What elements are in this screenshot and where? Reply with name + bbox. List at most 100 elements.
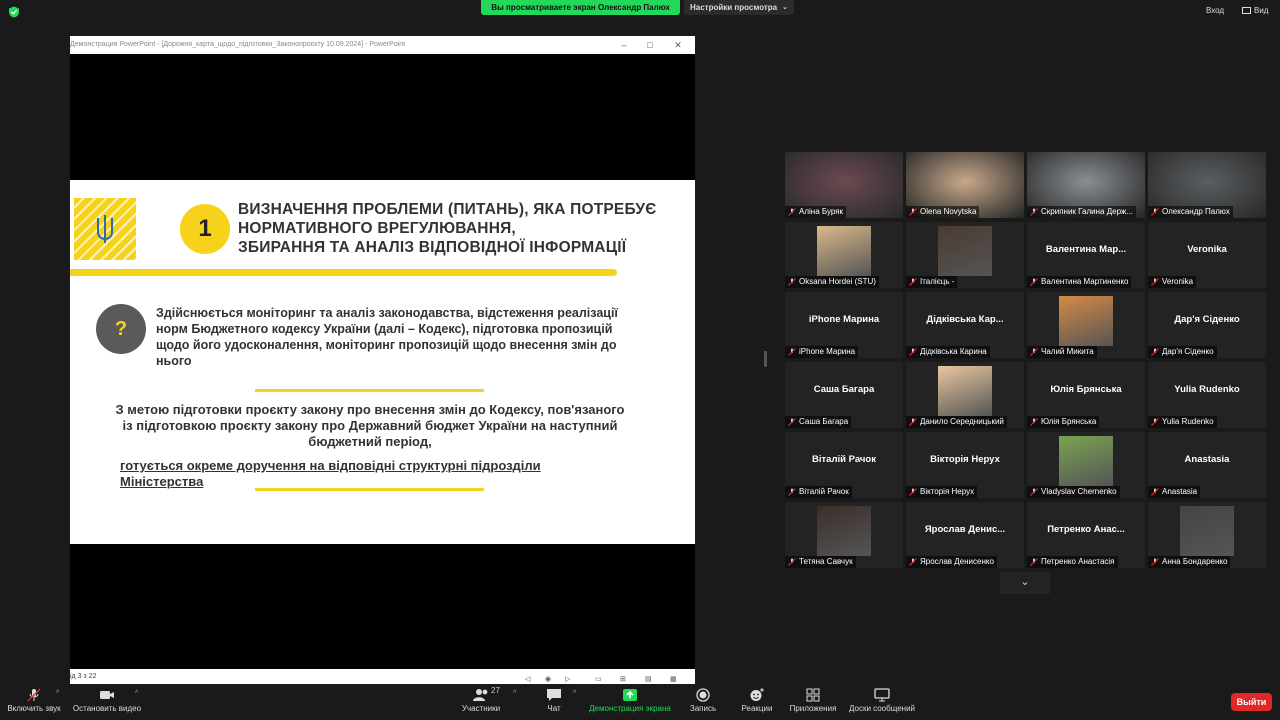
apps-button[interactable]: Приложения xyxy=(788,684,838,720)
share-screen-label: Демонстрация экрана xyxy=(589,704,671,713)
share-screen-button[interactable]: Демонстрация экрана xyxy=(588,684,672,720)
participant-name-label: Данило Середницький xyxy=(906,416,1007,428)
participant-name: Данило Середницький xyxy=(920,417,1004,426)
view-button[interactable]: Вид xyxy=(1242,6,1268,15)
view-options-dropdown[interactable]: Настройки просмотра ⌄ xyxy=(684,0,794,15)
whiteboards-button[interactable]: Доски сообщений xyxy=(848,684,916,720)
participant-name-label: Анна Бондаренко xyxy=(1148,556,1231,568)
slide-heading: ВИЗНАЧЕННЯ ПРОБЛЕМИ (ПИТАНЬ), ЯКА ПОТРЕБ… xyxy=(238,200,658,257)
participant-tile[interactable]: Віталій Рачок Віталій Рачок xyxy=(785,432,903,498)
muted-mic-icon xyxy=(1030,558,1038,566)
participant-display-name: iPhone Марина xyxy=(808,314,880,325)
participant-name-label: Олександр Палюх xyxy=(1148,206,1233,218)
minimize-icon[interactable]: – xyxy=(613,36,635,54)
muted-mic-icon xyxy=(909,348,917,356)
participant-display-name: Віталій Рачок xyxy=(812,454,876,465)
video-options-caret[interactable]: ^ xyxy=(135,690,138,697)
gallery-scroll-down-button[interactable]: ⌄ xyxy=(1000,572,1050,594)
participant-tile[interactable]: Тетяна Савчук xyxy=(785,502,903,568)
participant-tile[interactable]: Yulia Rudenko Yulia Rudenko xyxy=(1148,362,1266,428)
participant-name-label: Ярослав Денисенко xyxy=(906,556,997,568)
microphone-muted-icon xyxy=(27,688,41,702)
muted-mic-icon xyxy=(909,278,917,286)
question-badge: ? xyxy=(96,304,146,354)
participant-name-label: Oksana Hordei (STU) xyxy=(785,276,879,288)
participant-name: Юлія Брянська xyxy=(1041,417,1097,426)
muted-mic-icon xyxy=(1030,418,1038,426)
stop-video-label: Остановить видео xyxy=(72,704,142,713)
whiteboards-label: Доски сообщений xyxy=(848,704,915,713)
participant-tile[interactable]: Anastasia Anastasia xyxy=(1148,432,1266,498)
maximize-icon[interactable]: □ xyxy=(639,36,661,54)
muted-mic-icon xyxy=(1151,278,1159,286)
participant-tile[interactable]: Данило Середницький xyxy=(906,362,1024,428)
participant-name: Анна Бондаренко xyxy=(1162,557,1228,566)
participant-tile[interactable]: iPhone Марина iPhone Марина xyxy=(785,292,903,358)
participant-name: iPhone Марина xyxy=(799,347,856,356)
view-options-label: Настройки просмотра xyxy=(690,3,778,12)
leave-meeting-button[interactable]: Выйти xyxy=(1231,693,1272,711)
step-number-badge: 1 xyxy=(180,204,230,254)
participant-display-name: Anastasia xyxy=(1184,454,1230,465)
participant-tile[interactable]: Саша Багара Саша Багара xyxy=(785,362,903,428)
chat-button[interactable]: Чат xyxy=(536,684,572,720)
heading-line: НОРМАТИВНОГО ВРЕГУЛЮВАННЯ, xyxy=(238,220,516,237)
participant-tile[interactable]: Olena Novytska xyxy=(906,152,1024,218)
participant-tile[interactable]: Скрипник Галина Держ... xyxy=(1027,152,1145,218)
security-shield-icon[interactable] xyxy=(8,6,20,18)
muted-mic-icon xyxy=(788,418,796,426)
participant-name: Vladyslav Chernenko xyxy=(1041,487,1117,496)
participant-tile[interactable]: Петренко Анас... Петренко Анастасія xyxy=(1027,502,1145,568)
enter-button[interactable]: Вход xyxy=(1206,6,1224,15)
audio-options-caret[interactable]: ^ xyxy=(56,690,59,697)
participant-avatar xyxy=(1059,436,1113,486)
participant-tile[interactable]: Олександр Палюх xyxy=(1148,152,1266,218)
participant-name: Скрипник Галина Держ... xyxy=(1041,207,1134,216)
participant-tile[interactable]: Вікторія Нерух Вікторія Нерух xyxy=(906,432,1024,498)
participants-options-caret[interactable]: ^ xyxy=(513,690,516,697)
participant-tile[interactable]: Дідківська Кар... Дідківська Карина xyxy=(906,292,1024,358)
chat-options-caret[interactable]: ^ xyxy=(573,690,576,697)
chat-label: Чат xyxy=(547,704,561,713)
participant-tile[interactable]: Валентина Мар... Валентина Мартиненко xyxy=(1027,222,1145,288)
unmute-button[interactable]: Включить звук xyxy=(4,684,64,720)
muted-mic-icon xyxy=(909,488,917,496)
muted-mic-icon xyxy=(909,418,917,426)
muted-mic-icon xyxy=(1030,348,1038,356)
record-button[interactable]: Запись xyxy=(686,684,720,720)
apps-label: Приложения xyxy=(789,704,837,713)
participant-name: Італієць - xyxy=(920,277,955,286)
participant-name-label: Дідківська Карина xyxy=(906,346,990,358)
muted-mic-icon xyxy=(788,348,796,356)
participant-tile[interactable]: Аліна Буряк xyxy=(785,152,903,218)
powerpoint-status-bar: ід 3 з 22 ◁ ◉ ▷ ▭ ⊞ ▤ ▦ xyxy=(70,669,695,684)
muted-mic-icon xyxy=(909,208,917,216)
split-resize-handle[interactable] xyxy=(764,351,767,367)
participant-tile[interactable]: Oksana Hordei (STU) xyxy=(785,222,903,288)
reactions-button[interactable]: Реакции xyxy=(738,684,776,720)
participant-name: Валентина Мартиненко xyxy=(1041,277,1129,286)
muted-mic-icon xyxy=(909,558,917,566)
participant-tile[interactable]: Італієць - xyxy=(906,222,1024,288)
reactions-label: Реакции xyxy=(741,704,773,713)
participant-display-name: Veronika xyxy=(1187,244,1227,255)
ukraine-emblem-logo xyxy=(74,198,136,260)
unmute-label: Включить звук xyxy=(7,704,61,713)
participant-avatar xyxy=(817,226,871,276)
tryzub-icon xyxy=(97,215,113,243)
apps-icon xyxy=(806,688,820,702)
participant-tile[interactable]: Анна Бондаренко xyxy=(1148,502,1266,568)
participant-display-name: Дар'я Сіденко xyxy=(1174,314,1240,325)
participant-display-name: Дідківська Кар... xyxy=(926,314,1004,325)
participant-tile[interactable]: Дар'я Сіденко Дар'я Сіденко xyxy=(1148,292,1266,358)
participant-tile[interactable]: Юлія Брянська Юлія Брянська xyxy=(1027,362,1145,428)
participant-display-name: Валентина Мар... xyxy=(1045,244,1127,255)
stop-video-button[interactable]: Остановить видео xyxy=(72,684,142,720)
participant-tile[interactable]: Veronika Veronika xyxy=(1148,222,1266,288)
participant-name: Дар'я Сіденко xyxy=(1162,347,1214,356)
participant-tile[interactable]: Vladyslav Chernenko xyxy=(1027,432,1145,498)
participant-tile[interactable]: Ярослав Денис... Ярослав Денисенко xyxy=(906,502,1024,568)
muted-mic-icon xyxy=(1030,278,1038,286)
close-icon[interactable]: ✕ xyxy=(667,36,689,54)
participant-tile[interactable]: Чалий Микита xyxy=(1027,292,1145,358)
